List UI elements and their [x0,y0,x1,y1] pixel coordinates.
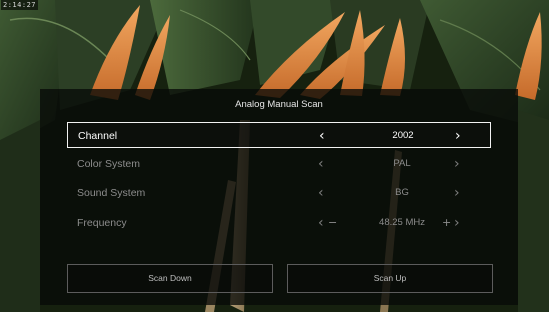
chevron-left-icon[interactable]: ‹ [318,210,324,236]
chevron-left-icon[interactable]: ‹ [318,180,324,206]
color-system-row[interactable]: Color System ‹ PAL › [67,151,491,177]
sound-system-value: BG [395,187,409,198]
chevron-right-icon[interactable]: › [454,180,460,206]
row-label: Sound System [77,187,146,199]
row-label: Channel [78,130,118,142]
row-label: Color System [77,158,141,170]
chevron-right-icon[interactable]: › [454,151,460,177]
chevron-right-icon[interactable]: › [455,123,461,149]
frequency-value: 48.25 MHz [379,217,425,228]
dialog-title: Analog Manual Scan [235,99,323,110]
chevron-left-icon[interactable]: ‹ [319,123,325,149]
color-system-value: PAL [393,158,411,169]
minus-icon[interactable]: − [328,210,337,236]
scan-down-button[interactable]: Scan Down [67,264,273,293]
channel-row[interactable]: Channel ‹ 2002 › [67,122,491,148]
plus-icon[interactable]: + [442,210,451,236]
chevron-right-icon[interactable]: › [454,210,460,236]
timestamp-label: 2:14:27 [1,0,39,10]
chevron-left-icon[interactable]: ‹ [318,151,324,177]
sound-system-row[interactable]: Sound System ‹ BG › [67,180,491,206]
scan-up-button[interactable]: Scan Up [287,264,493,293]
channel-value: 2002 [392,130,414,141]
frequency-row[interactable]: Frequency ‹ − 48.25 MHz + › [67,210,491,236]
row-label: Frequency [77,217,127,229]
analog-manual-scan-dialog: Analog Manual Scan Channel ‹ 2002 › Colo… [40,89,518,305]
